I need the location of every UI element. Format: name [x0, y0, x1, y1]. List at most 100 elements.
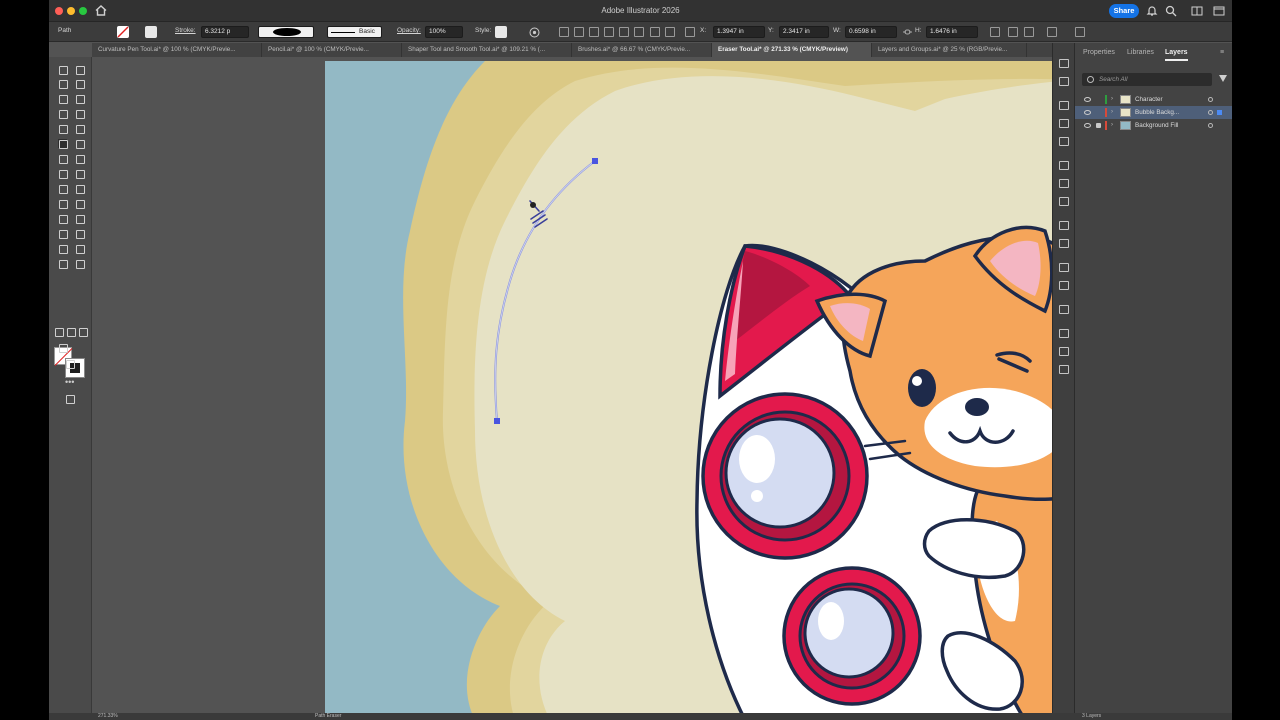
x-field[interactable]: 1.3947 in: [713, 26, 765, 38]
layer-target-icon[interactable]: [1208, 97, 1213, 102]
bell-icon[interactable]: [1146, 5, 1158, 17]
color-panel-icon[interactable]: [1059, 221, 1069, 230]
height-field[interactable]: 1.6476 in: [926, 26, 978, 38]
layer-row-character[interactable]: › Character: [1075, 93, 1232, 106]
screen-mode-icon[interactable]: [65, 359, 75, 369]
gradient-mode-icon[interactable]: [66, 327, 76, 337]
live-paint-tool-icon[interactable]: [75, 184, 85, 194]
align-bottom-icon[interactable]: [634, 27, 644, 37]
rotate-tool-icon[interactable]: [58, 154, 68, 164]
tab-pencil[interactable]: Pencil.ai* @ 100 % (CMYK/Previe...: [262, 43, 402, 57]
arrange-documents-icon[interactable]: [1191, 5, 1203, 17]
eyedropper-tool-icon[interactable]: [58, 214, 68, 224]
symbols-panel-icon[interactable]: [1059, 281, 1069, 290]
align-panel-icon[interactable]: [1059, 161, 1069, 170]
libraries-panel-icon[interactable]: [1059, 101, 1069, 110]
stroke-panel-icon[interactable]: [1059, 329, 1069, 338]
distribute-spacing-icon[interactable]: [665, 27, 675, 37]
tab-libraries[interactable]: Libraries: [1127, 49, 1154, 56]
panel-menu-icon[interactable]: ≡: [1220, 49, 1224, 56]
draw-mode-icon[interactable]: [58, 343, 68, 353]
paintbrush-tool-icon[interactable]: [75, 124, 85, 134]
isolate-icon[interactable]: [1024, 27, 1034, 37]
distribute-icon[interactable]: [650, 27, 660, 37]
layers-search-input[interactable]: Search All: [1082, 73, 1212, 86]
perspective-grid-tool-icon[interactable]: [58, 199, 68, 209]
artboards-panel-icon[interactable]: [1059, 119, 1069, 128]
magic-wand-tool-icon[interactable]: [58, 79, 68, 89]
workspace-icon[interactable]: [1213, 5, 1225, 17]
curvature-tool-icon[interactable]: [75, 94, 85, 104]
visibility-eye-icon[interactable]: [1084, 110, 1091, 115]
path-eraser-tool-icon[interactable]: [58, 139, 68, 149]
tab-properties[interactable]: Properties: [1083, 49, 1115, 56]
graphic-style-swatch[interactable]: [495, 26, 507, 38]
anchor-icon[interactable]: [1047, 27, 1057, 37]
hand-tool-icon[interactable]: [58, 259, 68, 269]
type-tool-icon[interactable]: [58, 109, 68, 119]
expand-chevron-icon[interactable]: ›: [1111, 93, 1113, 106]
stroke-label[interactable]: Stroke:: [175, 27, 196, 34]
none-mode-icon[interactable]: [78, 327, 88, 337]
visibility-eye-icon[interactable]: [1084, 97, 1091, 102]
transparency-panel-icon[interactable]: [1059, 197, 1069, 206]
y-field[interactable]: 2.3417 in: [779, 26, 829, 38]
tab-eraser-tool[interactable]: Eraser Tool.ai* @ 271.33 % (CMYK/Preview…: [712, 43, 872, 57]
align-center-icon[interactable]: [574, 27, 584, 37]
gradient-panel-icon[interactable]: [1059, 347, 1069, 356]
tab-layers[interactable]: Layers: [1165, 49, 1188, 61]
transform-icon[interactable]: [990, 27, 1000, 37]
color-mode-icon[interactable]: [54, 327, 64, 337]
filter-icon[interactable]: [1219, 75, 1227, 82]
layer-target-icon[interactable]: [1208, 123, 1213, 128]
blend-tool-icon[interactable]: [75, 214, 85, 224]
tab-layers-and-groups[interactable]: Layers and Groups.ai* @ 25 % (RGB/Previe…: [872, 43, 1027, 57]
opacity-field[interactable]: 100%: [425, 26, 463, 38]
fill-swatch[interactable]: [117, 26, 129, 38]
direct-selection-tool-icon[interactable]: [75, 65, 85, 75]
swatches-panel-icon[interactable]: [1059, 239, 1069, 248]
layer-target-icon[interactable]: [1208, 110, 1213, 115]
align-right-icon[interactable]: [589, 27, 599, 37]
expand-chevron-icon[interactable]: ›: [1111, 106, 1113, 119]
constrain-link-icon[interactable]: [902, 27, 913, 37]
recolor-artwork-icon[interactable]: [529, 27, 540, 38]
visibility-eye-icon[interactable]: [1084, 123, 1091, 128]
expand-chevron-icon[interactable]: ›: [1111, 119, 1113, 132]
width-tool-icon[interactable]: [58, 169, 68, 179]
canvas-area[interactable]: [92, 57, 1085, 720]
tab-shaper-tool[interactable]: Shaper Tool and Smooth Tool.ai* @ 109.21…: [402, 43, 572, 57]
free-transform-tool-icon[interactable]: [75, 169, 85, 179]
selection-tool-icon[interactable]: [58, 65, 68, 75]
share-button[interactable]: Share: [1109, 4, 1139, 18]
artboard[interactable]: [325, 61, 1085, 720]
layer-row-background-fill[interactable]: › Background Fill: [1075, 119, 1232, 132]
stroke-swatch[interactable]: [145, 26, 157, 38]
scale-tool-icon[interactable]: [75, 154, 85, 164]
zoom-level[interactable]: 271.33%: [98, 713, 118, 719]
line-tool-icon[interactable]: [75, 109, 85, 119]
align-top-icon[interactable]: [604, 27, 614, 37]
more-tools-icon[interactable]: •••: [65, 377, 74, 387]
appearance-panel-icon[interactable]: [1059, 365, 1069, 374]
align-middle-icon[interactable]: [619, 27, 629, 37]
brushes-panel-icon[interactable]: [1059, 263, 1069, 272]
layer-row-bubble-background[interactable]: › Bubble Backg...: [1075, 106, 1232, 119]
reference-point-icon[interactable]: [685, 27, 695, 37]
layers-panel-icon[interactable]: [1059, 77, 1069, 86]
artboard-tool-icon[interactable]: [58, 244, 68, 254]
properties-panel-icon[interactable]: [1059, 59, 1069, 68]
slice-tool-icon[interactable]: [75, 244, 85, 254]
width-field[interactable]: 0.6598 in: [845, 26, 897, 38]
asset-export-icon[interactable]: [1059, 137, 1069, 146]
lasso-tool-icon[interactable]: [75, 79, 85, 89]
pathfinder-panel-icon[interactable]: [1059, 179, 1069, 188]
pen-tool-icon[interactable]: [58, 94, 68, 104]
symbol-sprayer-tool-icon[interactable]: [58, 229, 68, 239]
comments-panel-icon[interactable]: [1059, 305, 1069, 314]
crop-image-icon[interactable]: [1075, 27, 1085, 37]
lock-icon[interactable]: [1096, 123, 1101, 128]
shape-tool-icon[interactable]: [58, 124, 68, 134]
selection-indicator[interactable]: [1217, 110, 1222, 115]
stroke-weight-field[interactable]: 6.3212 p: [201, 26, 249, 38]
